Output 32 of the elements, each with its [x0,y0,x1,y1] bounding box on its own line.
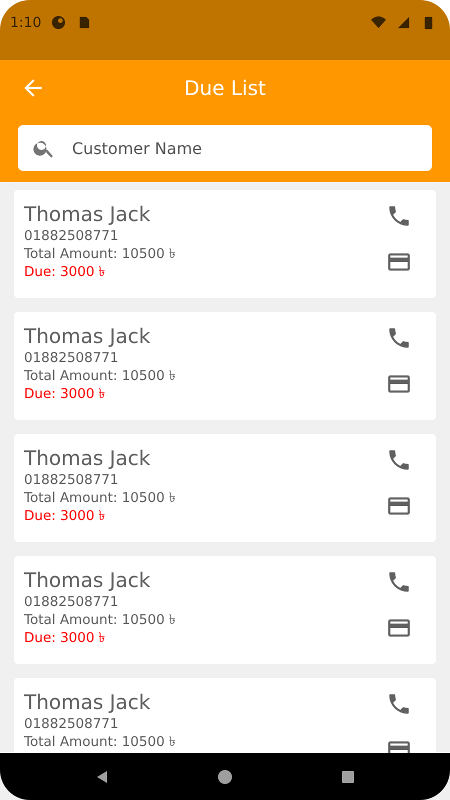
wifi-icon [371,15,386,30]
search-field[interactable]: Customer Name [18,125,432,171]
customer-card[interactable]: Thomas Jack 01882508771 Total Amount: 10500 ৳ Due: 3000 ৳ [14,556,436,664]
phone-number: 01882508771 [24,227,120,245]
notification-icon [51,15,66,30]
phone-number: 01882508771 [24,349,120,367]
due-amount: Due: 3000 ৳ [24,629,107,647]
total-amount: Total Amount: 10500 ৳ [24,489,177,507]
customer-card[interactable]: Thomas Jack 01882508771 Total Amount: 10500 ৳ Due: 3000 ৳ [14,312,436,420]
phone-number: 01882508771 [24,471,120,489]
recents-icon[interactable] [340,768,356,784]
customer-card[interactable]: Thomas Jack 01882508771 Total Amount: 10500 ৳ Due: 3000 ৳ [14,434,436,542]
customer-name: Thomas Jack [24,323,152,349]
customer-name: Thomas Jack [24,689,152,715]
due-amount: Due: 3000 ৳ [24,263,107,281]
phone-number: 01882508771 [24,715,120,733]
due-amount: Due: 3000 ৳ [24,507,107,525]
phone-number: 01882508771 [24,593,120,611]
customer-name: Thomas Jack [24,201,152,227]
total-amount: Total Amount: 10500 ৳ [24,367,177,385]
signal-icon [396,15,411,30]
screen-title: Due List [183,76,267,100]
customer-name: Thomas Jack [24,567,152,593]
customer-card[interactable]: Thomas Jack 01882508771 Total Amount: 10500 ৳ Due: 3000 ৳ [14,190,436,298]
home-icon[interactable] [216,768,233,784]
total-amount: Total Amount: 10500 ৳ [24,245,177,263]
total-amount: Total Amount: 10500 ৳ [24,733,177,751]
clock: 1:10 [10,15,42,31]
customer-card[interactable]: Thomas Jack 01882508771 Total Amount: 10500 ৳ [14,678,436,753]
due-amount: Due: 3000 ৳ [24,385,107,403]
customer-name: Thomas Jack [24,445,152,471]
total-amount: Total Amount: 10500 ৳ [24,611,177,629]
